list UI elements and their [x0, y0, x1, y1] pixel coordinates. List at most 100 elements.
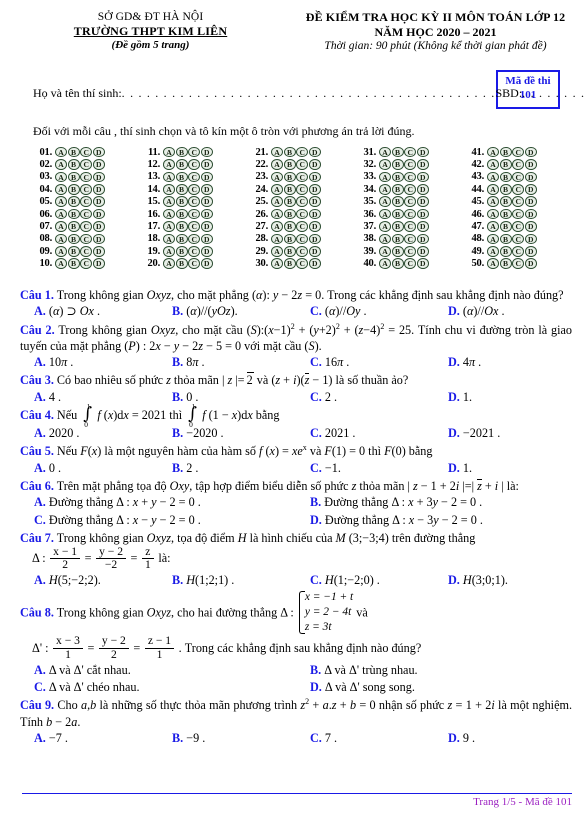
answer-bubble-c[interactable]: C	[80, 184, 93, 195]
answer-bubble-c[interactable]: C	[188, 146, 201, 158]
option-c[interactable]: C. Đường thẳng Δ : x − y − 2 = 0 .	[20, 512, 296, 529]
option-a[interactable]: A. −7 .	[20, 730, 158, 747]
answer-bubble-c[interactable]: C	[80, 196, 93, 208]
answer-bubble-a[interactable]: A	[379, 184, 391, 195]
answer-bubble-a[interactable]: A	[271, 208, 283, 220]
answer-bubble-d[interactable]: D	[308, 208, 321, 220]
answer-bubble-c[interactable]: C	[404, 258, 417, 269]
option-d[interactable]: D. 9 .	[434, 730, 572, 747]
answer-bubble-c[interactable]: C	[512, 208, 525, 220]
answer-bubble-a[interactable]: A	[55, 246, 67, 257]
answer-bubble-a[interactable]: A	[487, 246, 499, 257]
answer-bubble-c[interactable]: C	[512, 184, 525, 195]
answer-bubble-d[interactable]: D	[308, 258, 321, 269]
answer-bubble-a[interactable]: A	[487, 221, 499, 232]
answer-bubble-a[interactable]: A	[163, 233, 175, 245]
answer-bubble-b[interactable]: B	[499, 208, 512, 220]
answer-bubble-a[interactable]: A	[379, 159, 391, 170]
answer-bubble-d[interactable]: D	[308, 196, 321, 208]
answer-bubble-b[interactable]: B	[283, 233, 296, 245]
answer-bubble-c[interactable]: C	[296, 146, 309, 158]
answer-bubble-d[interactable]: D	[524, 208, 537, 220]
answer-bubble-b[interactable]: B	[175, 258, 188, 269]
answer-bubble-b[interactable]: B	[499, 146, 512, 158]
answer-bubble-d[interactable]: D	[524, 258, 537, 269]
answer-bubble-a[interactable]: A	[271, 159, 283, 170]
answer-bubble-b[interactable]: B	[283, 146, 296, 158]
answer-bubble-b[interactable]: B	[391, 221, 404, 232]
answer-bubble-a[interactable]: A	[271, 171, 283, 183]
answer-bubble-d[interactable]: D	[524, 146, 537, 158]
answer-bubble-d[interactable]: D	[308, 184, 321, 195]
answer-bubble-b[interactable]: B	[499, 246, 512, 257]
answer-bubble-a[interactable]: A	[379, 258, 391, 269]
answer-bubble-c[interactable]: C	[404, 233, 417, 245]
answer-bubble-d[interactable]: D	[416, 258, 429, 269]
answer-bubble-b[interactable]: B	[175, 246, 188, 257]
option-d[interactable]: D. −2021 .	[434, 425, 572, 442]
answer-bubble-d[interactable]: D	[200, 208, 213, 220]
option-d[interactable]: D. Δ và Δ' song song.	[296, 679, 572, 696]
answer-bubble-b[interactable]: B	[175, 196, 188, 208]
answer-bubble-a[interactable]: A	[271, 246, 283, 257]
answer-bubble-d[interactable]: D	[92, 208, 105, 220]
answer-bubble-b[interactable]: B	[67, 258, 80, 269]
answer-bubble-d[interactable]: D	[524, 233, 537, 245]
option-d[interactable]: D. 1.	[434, 389, 572, 406]
answer-bubble-b[interactable]: B	[67, 221, 80, 232]
answer-bubble-b[interactable]: B	[499, 171, 512, 183]
answer-bubble-d[interactable]: D	[200, 171, 213, 183]
answer-bubble-a[interactable]: A	[55, 221, 67, 232]
answer-bubble-a[interactable]: A	[271, 184, 283, 195]
answer-bubble-a[interactable]: A	[55, 258, 67, 269]
option-a[interactable]: A. Δ và Δ' cắt nhau.	[20, 662, 296, 679]
option-d[interactable]: D. 4π .	[434, 354, 572, 371]
answer-bubble-c[interactable]: C	[188, 196, 201, 208]
answer-bubble-a[interactable]: A	[163, 171, 175, 183]
answer-bubble-b[interactable]: B	[283, 221, 296, 232]
answer-bubble-a[interactable]: A	[379, 208, 391, 220]
answer-bubble-d[interactable]: D	[416, 221, 429, 232]
answer-bubble-d[interactable]: D	[200, 159, 213, 170]
answer-bubble-d[interactable]: D	[200, 233, 213, 245]
answer-bubble-c[interactable]: C	[296, 159, 309, 170]
answer-bubble-d[interactable]: D	[308, 233, 321, 245]
answer-bubble-b[interactable]: B	[391, 246, 404, 257]
answer-bubble-d[interactable]: D	[92, 171, 105, 183]
answer-bubble-b[interactable]: B	[391, 184, 404, 195]
answer-bubble-a[interactable]: A	[271, 221, 283, 232]
answer-bubble-a[interactable]: A	[163, 208, 175, 220]
answer-bubble-c[interactable]: C	[404, 159, 417, 170]
answer-bubble-d[interactable]: D	[200, 221, 213, 232]
answer-bubble-d[interactable]: D	[416, 196, 429, 208]
answer-bubble-d[interactable]: D	[416, 171, 429, 183]
answer-bubble-d[interactable]: D	[524, 221, 537, 232]
answer-bubble-a[interactable]: A	[487, 208, 499, 220]
option-b[interactable]: B. 0 .	[158, 389, 296, 406]
answer-bubble-b[interactable]: B	[499, 196, 512, 208]
option-b[interactable]: B. Δ và Δ' trùng nhau.	[296, 662, 572, 679]
option-d[interactable]: D. (α)//Ox .	[434, 303, 572, 320]
answer-bubble-c[interactable]: C	[296, 196, 309, 208]
answer-bubble-a[interactable]: A	[379, 233, 391, 245]
answer-bubble-b[interactable]: B	[499, 184, 512, 195]
answer-bubble-b[interactable]: B	[391, 171, 404, 183]
option-c[interactable]: C. 16π .	[296, 354, 434, 371]
answer-bubble-d[interactable]: D	[416, 184, 429, 195]
answer-bubble-a[interactable]: A	[271, 233, 283, 245]
answer-bubble-a[interactable]: A	[487, 184, 499, 195]
answer-bubble-b[interactable]: B	[67, 146, 80, 158]
answer-bubble-a[interactable]: A	[55, 208, 67, 220]
answer-bubble-d[interactable]: D	[308, 146, 321, 158]
option-d[interactable]: D. H(3;0;1).	[434, 572, 572, 589]
answer-bubble-c[interactable]: C	[188, 159, 201, 170]
answer-bubble-c[interactable]: C	[80, 246, 93, 257]
option-c[interactable]: C. 2021 .	[296, 425, 434, 442]
answer-bubble-d[interactable]: D	[524, 171, 537, 183]
answer-bubble-b[interactable]: B	[283, 196, 296, 208]
answer-bubble-c[interactable]: C	[296, 246, 309, 257]
option-a[interactable]: A. H(5;−2;2).	[20, 572, 158, 589]
option-b[interactable]: B. Đường thẳng Δ : x + 3y − 2 = 0 .	[296, 494, 572, 511]
answer-bubble-c[interactable]: C	[188, 208, 201, 220]
answer-bubble-a[interactable]: A	[379, 246, 391, 257]
